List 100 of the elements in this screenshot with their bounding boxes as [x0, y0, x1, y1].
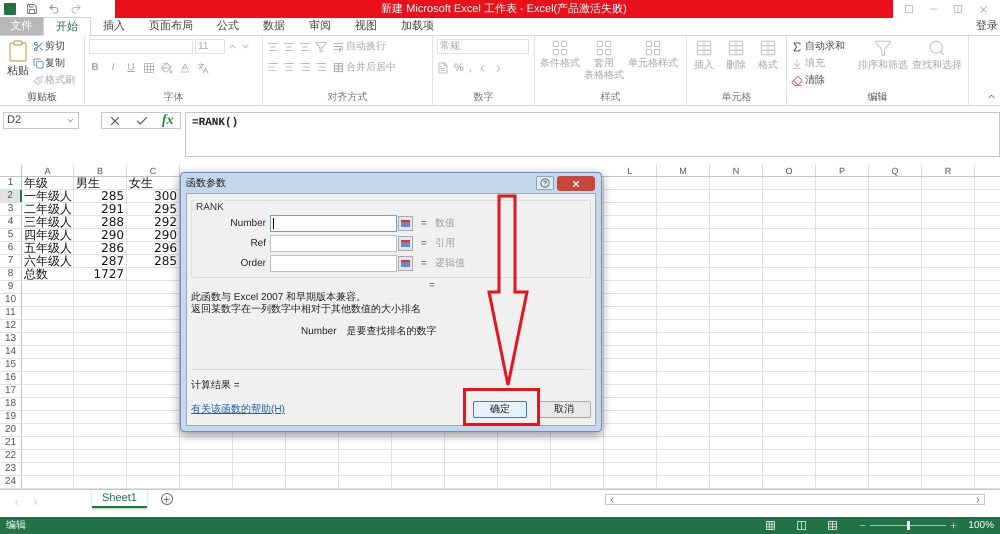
column-header[interactable]: N	[710, 165, 763, 176]
borders-icon	[143, 62, 155, 74]
scroll-right-icon[interactable]	[974, 496, 982, 504]
argument-label: Ref	[249, 236, 267, 250]
ribbon-tab[interactable]: 视图	[343, 17, 389, 35]
dropdown-icon	[66, 116, 75, 125]
ribbon-tab[interactable]: 审阅	[297, 17, 343, 35]
horizontal-scrollbar[interactable]	[605, 494, 985, 505]
table-cell: 286	[74, 242, 127, 254]
add-sheet-icon[interactable]	[160, 493, 173, 505]
column-header[interactable]: O	[763, 165, 816, 176]
table-cell: 男生	[74, 177, 127, 189]
help-button[interactable]	[536, 176, 554, 190]
row-header[interactable]: 21	[0, 437, 22, 449]
row-header[interactable]: 15	[0, 359, 22, 371]
align-left-icon	[267, 61, 279, 73]
row-header[interactable]: 8	[0, 268, 22, 280]
argument-hint: 逻辑值	[434, 256, 465, 270]
sign-in-link[interactable]: 登录	[976, 18, 1000, 35]
row-header[interactable]: 5	[0, 229, 22, 241]
argument-label: Order	[239, 256, 267, 270]
page-layout-icon	[796, 520, 808, 531]
argument-name: Number	[301, 325, 337, 339]
row-header[interactable]: 11	[0, 307, 22, 319]
column-header[interactable]: A	[22, 165, 74, 176]
row-header[interactable]: 18	[0, 398, 22, 410]
undo-icon[interactable]	[48, 3, 60, 15]
table-cell: 290	[74, 229, 127, 241]
collapse-dialog-icon[interactable]	[398, 216, 413, 230]
copy-icon	[33, 58, 44, 69]
collapse-dialog-icon[interactable]	[398, 236, 413, 250]
row-header[interactable]: 4	[0, 216, 22, 228]
row-header[interactable]: 9	[0, 281, 22, 293]
row-header[interactable]: 3	[0, 203, 22, 215]
table-icon	[759, 39, 777, 57]
argument-field[interactable]	[270, 234, 397, 252]
status-mode: 编辑	[6, 518, 26, 533]
normal-view-icon	[765, 520, 776, 531]
editing-button[interactable]: 自动求和	[791, 39, 857, 54]
align-right-icon	[299, 61, 311, 73]
row-header[interactable]: 22	[0, 450, 22, 462]
formula-field[interactable]: =RANK()	[185, 112, 1000, 157]
window-title: 新建 Microsoft Excel 工作表 - Excel(产品激活失败)	[115, 0, 893, 18]
column-header[interactable]: R	[922, 165, 975, 176]
scroll-left-icon[interactable]	[608, 496, 616, 504]
close-icon	[978, 4, 989, 14]
ribbon-tab[interactable]: 开始	[43, 17, 91, 36]
row-header[interactable]: 16	[0, 372, 22, 384]
equals-sign: =	[421, 256, 427, 270]
fill-down-icon	[791, 58, 803, 70]
row-header[interactable]: 14	[0, 346, 22, 358]
column-header[interactable]: B	[74, 165, 127, 176]
argument-hint: 数值	[434, 216, 455, 230]
column-header[interactable]: L	[604, 165, 657, 176]
row-header[interactable]: 7	[0, 255, 22, 267]
insert-function-button[interactable]: fx	[162, 114, 174, 128]
plus-icon	[162, 494, 172, 504]
cancel-button[interactable]: 取消	[537, 401, 591, 418]
row-header[interactable]: 24	[0, 476, 22, 488]
previous-sheet-icon	[12, 498, 21, 506]
row-header[interactable]: 6	[0, 242, 22, 254]
collapse-dialog-icon[interactable]	[398, 256, 413, 270]
ribbon-tab[interactable]: 数据	[251, 17, 297, 35]
column-header[interactable]: P	[816, 165, 869, 176]
row-header[interactable]: 2	[0, 190, 22, 202]
row-header[interactable]: 19	[0, 411, 22, 423]
row-header[interactable]: 10	[0, 294, 22, 306]
paste-button[interactable]: 粘贴	[4, 39, 32, 91]
ribbon-tab[interactable]: 插入	[91, 17, 137, 35]
ok-button[interactable]: 确定	[473, 401, 527, 418]
argument-field[interactable]	[270, 214, 397, 232]
group-label: 剪贴板	[27, 92, 57, 104]
sheet-tab[interactable]: Sheet1	[92, 490, 147, 508]
ribbon-tab[interactable]: 页面布局	[137, 17, 205, 35]
row-header[interactable]: 13	[0, 333, 22, 345]
table-icon	[727, 39, 745, 57]
ribbon-tab[interactable]: 公式	[205, 17, 251, 35]
help-link[interactable]: 有关该函数的帮助(H)	[191, 402, 285, 417]
table-cell: 288	[74, 216, 127, 228]
function-description: 此函数与 Excel 2007 和早期版本兼容。	[191, 292, 368, 304]
row-header[interactable]: 1	[0, 177, 22, 189]
column-header[interactable]: Q	[869, 165, 922, 176]
editing-button[interactable]: 清除	[791, 73, 857, 88]
argument-field[interactable]	[270, 254, 397, 272]
clipboard-button[interactable]: 复制	[33, 56, 75, 71]
save-icon[interactable]	[26, 3, 38, 15]
row-header[interactable]: 12	[0, 320, 22, 332]
close-button[interactable]	[557, 176, 595, 191]
zoom-level[interactable]: 100%	[968, 518, 994, 533]
column-header[interactable]: M	[657, 165, 710, 176]
row-header[interactable]: 17	[0, 385, 22, 397]
row-header[interactable]: 23	[0, 463, 22, 475]
ribbon-tab[interactable]: 加载项	[389, 17, 446, 35]
table-style-icon	[644, 39, 662, 57]
equals-sign: =	[421, 236, 427, 250]
table-cell: 三年级人	[22, 216, 74, 228]
name-box[interactable]: D2	[3, 112, 79, 129]
row-header[interactable]: 20	[0, 424, 22, 436]
zoom-thumb[interactable]	[907, 521, 910, 530]
clipboard-button[interactable]: 剪切	[33, 39, 75, 54]
